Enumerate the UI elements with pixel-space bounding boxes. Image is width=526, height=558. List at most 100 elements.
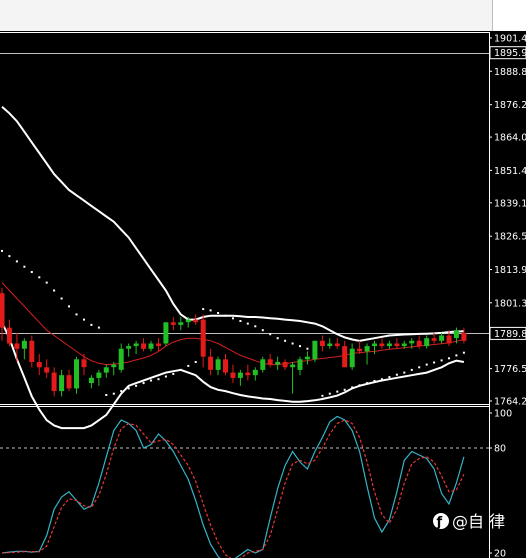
candlestick [118, 343, 124, 373]
parabolic-sar-dot [343, 388, 346, 391]
stochastic-d-line [1, 419, 465, 558]
parabolic-sar-dot [306, 347, 309, 350]
parabolic-sar-dot [97, 326, 100, 329]
candlestick [59, 369, 65, 397]
price-tick-label: 1851.40 [494, 166, 526, 177]
parabolic-sar-dot [276, 337, 279, 340]
candlestick [252, 367, 258, 381]
price-tick-label: 1839.15 [494, 198, 526, 209]
parabolic-sar-dot [366, 382, 369, 385]
candle-body [453, 330, 459, 339]
candlestick [51, 367, 57, 397]
candle-body [96, 372, 102, 378]
candlestick [74, 356, 79, 394]
candle-body [312, 340, 318, 360]
candle-body [357, 348, 363, 352]
stochastic-panel: 100 80 20 [0, 409, 512, 558]
candle-body [36, 362, 42, 368]
candlestick [215, 356, 221, 376]
candle-body [334, 343, 340, 347]
parabolic-sar-dot [105, 394, 108, 396]
parabolic-sar-dot [15, 260, 18, 263]
candlestick [461, 327, 467, 344]
watermark-text: @自 律 [452, 512, 505, 531]
oscillator-tick-label: 80 [494, 444, 506, 455]
candlestick [126, 343, 132, 357]
candlestick [260, 356, 266, 373]
price-tick-label: 1888.85 [494, 67, 526, 78]
watermark: ƒ @自 律 [433, 512, 505, 531]
candlestick [386, 340, 392, 349]
candlestick [103, 364, 109, 378]
parabolic-sar-dot [8, 255, 11, 258]
candlestick [148, 340, 154, 352]
candlestick [208, 348, 214, 376]
candlestick [223, 354, 228, 376]
candle-body [342, 346, 348, 368]
candle-body [446, 335, 452, 344]
candlestick [297, 356, 303, 376]
price-panel: 1901.45 1888.85 1876.25 1864.00 1851.40 1839.… [0, 32, 526, 558]
candle-body [394, 343, 400, 347]
parabolic-sar-dot [217, 312, 220, 314]
candlestick [267, 354, 273, 368]
candle-body [66, 375, 72, 389]
parabolic-sar-dot [433, 361, 436, 364]
oscillator-tick-label: 20 [494, 549, 506, 558]
parabolic-sar-dot [179, 368, 182, 371]
candle-body [208, 356, 214, 370]
parabolic-sar-dot [60, 297, 63, 300]
price-tick-label: 1764.25 [494, 397, 526, 408]
candle-body [431, 338, 437, 341]
parabolic-sar-dot [299, 345, 301, 348]
candle-body [29, 340, 35, 362]
candle-body [424, 338, 430, 347]
candle-body [215, 359, 221, 370]
candle-body [74, 359, 79, 389]
parabolic-sar-dot [164, 375, 167, 378]
parabolic-sar-dot [403, 371, 406, 374]
parabolic-sar-dot [440, 359, 443, 362]
parabolic-sar-dot [373, 380, 376, 382]
parabolic-sar-dot [172, 372, 175, 375]
candle-body [59, 375, 65, 392]
parabolic-sar-dot [120, 390, 123, 393]
candle-body [275, 362, 281, 365]
parabolic-sar-dot [150, 379, 152, 382]
parabolic-sar-dot [448, 357, 450, 360]
candle-body [372, 343, 377, 347]
candlestick [170, 317, 176, 331]
parabolic-sar-dot [75, 313, 78, 316]
price-tick-label: 1801.35 [494, 298, 526, 309]
candle-body [133, 343, 139, 347]
parabolic-sar-dot [38, 276, 41, 279]
candle-body [439, 335, 445, 341]
candle-body [0, 293, 5, 328]
candlestick [334, 338, 340, 349]
candlestick [133, 340, 139, 354]
candle-body [6, 327, 12, 344]
candle-body [230, 372, 236, 378]
candlestick [36, 354, 42, 376]
parabolic-sar-dot [254, 325, 257, 328]
parabolic-sar-dot [157, 378, 160, 381]
candlestick [245, 364, 251, 381]
parabolic-sar-dot [209, 309, 212, 312]
parabolic-sar-dot [418, 366, 421, 369]
candlestick [88, 375, 94, 389]
candlestick [372, 340, 377, 354]
parabolic-sar-dot [187, 364, 190, 367]
price-tick-label: 1864.00 [494, 133, 526, 144]
candlestick [6, 319, 12, 347]
parabolic-sar-dot [90, 323, 93, 326]
candle-body [141, 343, 147, 349]
candle-body [304, 356, 310, 360]
candle-body [126, 346, 132, 349]
candle-body [364, 346, 370, 352]
candle-body [237, 372, 243, 378]
candle-body [178, 322, 184, 325]
candlestick [156, 338, 161, 352]
parabolic-sar-dot [68, 305, 70, 308]
candlestick [0, 287, 5, 341]
candlestick [14, 332, 20, 362]
